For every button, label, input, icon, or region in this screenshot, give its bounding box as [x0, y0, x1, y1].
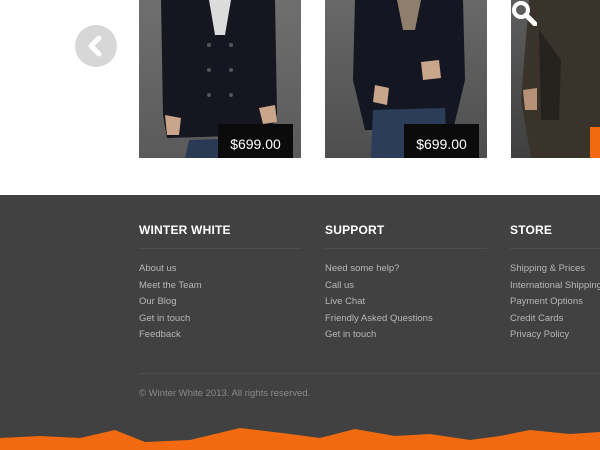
- price-tag: $699.00: [404, 124, 479, 158]
- search-icon[interactable]: [511, 0, 537, 26]
- footer-link-live-chat[interactable]: Live Chat: [325, 294, 487, 311]
- footer-link-faq[interactable]: Friendly Asked Questions: [325, 311, 487, 328]
- footer-link-privacy-policy[interactable]: Privacy Policy: [510, 327, 600, 344]
- footer-column-title: SUPPORT: [325, 223, 487, 249]
- footer-link-credit-cards[interactable]: Credit Cards: [510, 311, 600, 328]
- footer-column-winter-white: WINTER WHITE About us Meet the Team Our …: [139, 223, 301, 344]
- footer-link-shipping-prices[interactable]: Shipping & Prices: [510, 261, 600, 278]
- footer-link-need-help[interactable]: Need some help?: [325, 261, 487, 278]
- carousel-prev-button[interactable]: [75, 25, 117, 67]
- footer-column-support: SUPPORT Need some help? Call us Live Cha…: [325, 223, 487, 344]
- copyright-text: © Winter White 2013. All rights reserved…: [139, 388, 311, 399]
- product-card[interactable]: $699.00: [139, 0, 301, 158]
- product-card[interactable]: $699.00: [325, 0, 487, 158]
- product-card[interactable]: [511, 0, 600, 158]
- footer-column-title: WINTER WHITE: [139, 223, 301, 249]
- chevron-left-icon: [88, 35, 102, 57]
- footer-link-get-in-touch[interactable]: Get in touch: [139, 311, 301, 328]
- footer-link-meet-the-team[interactable]: Meet the Team: [139, 278, 301, 295]
- footer-link-feedback[interactable]: Feedback: [139, 327, 301, 344]
- footer-link-about-us[interactable]: About us: [139, 261, 301, 278]
- footer-link-international-shipping[interactable]: International Shipping: [510, 278, 600, 295]
- mountain-decoration: [0, 428, 600, 450]
- footer-link-call-us[interactable]: Call us: [325, 278, 487, 295]
- footer-column-title: STORE: [510, 223, 600, 249]
- product-carousel: $699.00 $699.00: [0, 0, 600, 195]
- footer-column-store: STORE Shipping & Prices International Sh…: [510, 223, 600, 344]
- footer-divider: [139, 373, 600, 374]
- footer-link-get-in-touch[interactable]: Get in touch: [325, 327, 487, 344]
- footer-link-our-blog[interactable]: Our Blog: [139, 294, 301, 311]
- footer-link-payment-options[interactable]: Payment Options: [510, 294, 600, 311]
- price-tag: $699.00: [218, 124, 293, 158]
- price-tag-partial: [590, 127, 600, 158]
- site-footer: WINTER WHITE About us Meet the Team Our …: [0, 195, 600, 450]
